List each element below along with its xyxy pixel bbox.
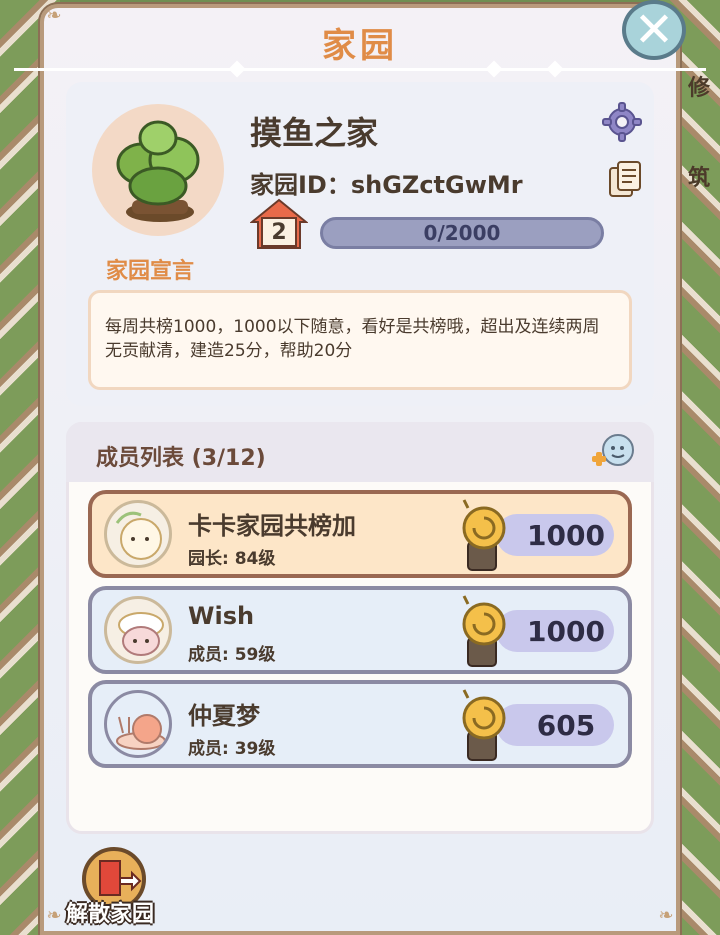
home-avatar[interactable] bbox=[92, 104, 224, 236]
member-avatar bbox=[104, 596, 172, 664]
copy-icon[interactable] bbox=[608, 160, 642, 198]
member-avatar bbox=[104, 500, 172, 568]
member-name: 卡卡家园共榜加 bbox=[188, 512, 356, 540]
member-score: 1000 bbox=[496, 514, 614, 556]
snail-trophy-icon bbox=[462, 499, 506, 571]
snail-trophy-icon bbox=[462, 689, 506, 761]
home-name: 摸鱼之家 bbox=[250, 114, 379, 152]
home-level: 2 bbox=[271, 220, 287, 245]
member-row[interactable]: Wish 成员: 59级 1000 bbox=[88, 586, 632, 674]
plant-icon bbox=[116, 120, 200, 222]
member-level: 园长: 84级 bbox=[188, 549, 276, 569]
title-divider bbox=[14, 68, 706, 71]
chat-bubble-icon[interactable] bbox=[590, 432, 636, 472]
member-level: 成员: 39级 bbox=[188, 739, 276, 759]
home-progress-bar: 0/2000 bbox=[320, 217, 604, 249]
member-list-title: 成员列表 (3/12) bbox=[96, 446, 266, 471]
dissolve-home-label[interactable]: 解散家园 bbox=[66, 896, 154, 928]
member-name: Wish bbox=[188, 602, 255, 630]
close-icon: ✕ bbox=[633, 2, 675, 58]
panel-title: 家园 bbox=[322, 26, 398, 66]
sheep-avatar-icon bbox=[115, 511, 162, 560]
declaration-label[interactable]: 家园宣言 bbox=[106, 253, 194, 285]
corner-ornament: ❧ bbox=[658, 905, 674, 926]
snail-trophy-icon bbox=[462, 595, 506, 667]
member-row[interactable]: 仲夏梦 成员: 39级 605 bbox=[88, 680, 632, 768]
member-name: 仲夏梦 bbox=[188, 702, 260, 730]
member-score: 1000 bbox=[496, 610, 614, 652]
home-id: 家园ID：shGZctGwMr bbox=[250, 171, 523, 199]
snail-avatar-icon bbox=[116, 714, 166, 750]
side-label-build: 筑 bbox=[687, 166, 710, 191]
declaration-text: 每周共榜1000，1000以下随意，看好是共榜哦，超出及连续两周无贡献清，建造2… bbox=[88, 290, 632, 390]
member-level: 成员: 59级 bbox=[188, 645, 276, 665]
gear-icon[interactable] bbox=[602, 102, 642, 142]
member-avatar bbox=[104, 690, 172, 758]
close-button[interactable]: ✕ bbox=[622, 0, 686, 60]
side-label-repair: 修 bbox=[687, 76, 710, 101]
sheep-avatar-icon bbox=[118, 612, 164, 656]
corner-ornament: ❧ bbox=[46, 905, 62, 926]
progress-text: 0/2000 bbox=[423, 221, 501, 245]
member-row-leader[interactable]: 卡卡家园共榜加 园长: 84级 1000 bbox=[88, 490, 632, 578]
member-score: 605 bbox=[496, 704, 614, 746]
